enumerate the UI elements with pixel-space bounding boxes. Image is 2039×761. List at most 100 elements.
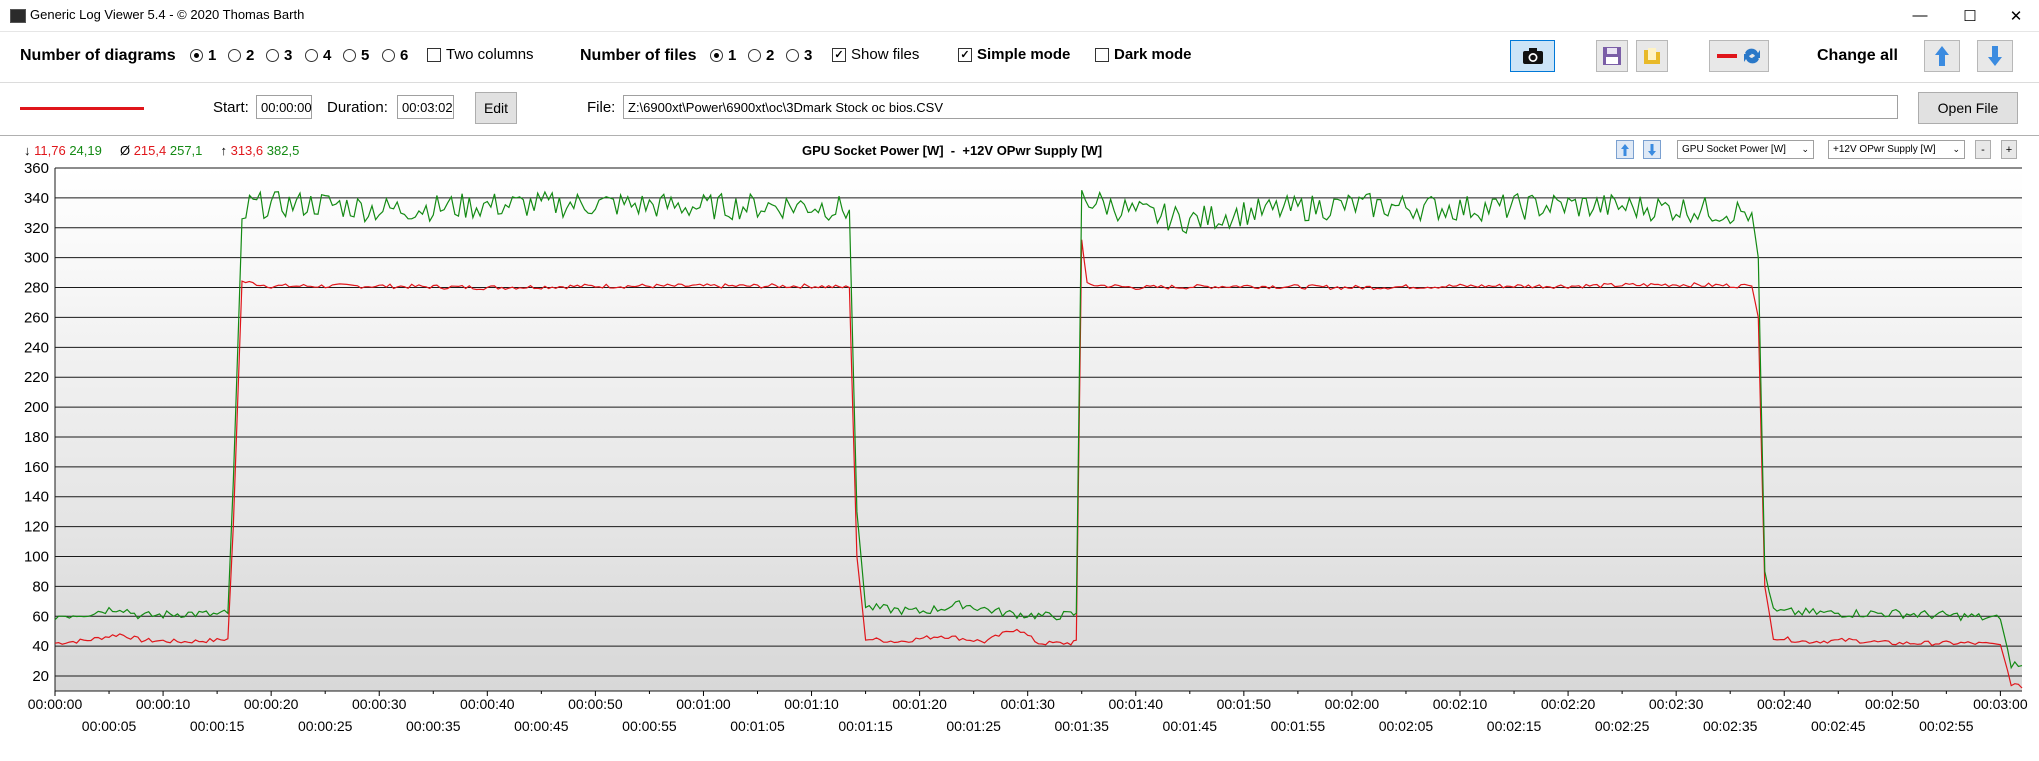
line-chart[interactable]: 20 40 60 80 100 120 140 160 180 200 220 240 260 280 30… bbox=[0, 160, 2039, 761]
x-tick-label: 00:00:20 bbox=[244, 696, 299, 712]
x-tick-label: 00:00:25 bbox=[298, 718, 353, 734]
series-down-button[interactable] bbox=[1643, 140, 1661, 159]
x-tick-label: 00:01:20 bbox=[892, 696, 947, 712]
y-tick-label: 220 bbox=[24, 369, 49, 386]
start-label: Start: bbox=[213, 99, 249, 116]
diagram-radio-3[interactable]: 3 bbox=[266, 47, 292, 64]
x-tick-label: 00:02:25 bbox=[1595, 718, 1650, 734]
max-green-value: 382,5 bbox=[266, 143, 300, 158]
y-tick-label: 160 bbox=[24, 459, 49, 476]
open-file-button[interactable]: Open File bbox=[1918, 92, 2018, 124]
diagram-radio-5[interactable]: 5 bbox=[343, 47, 369, 64]
screenshot-button[interactable] bbox=[1510, 40, 1555, 72]
avg-green-value: 257,1 bbox=[169, 143, 203, 158]
swap-icon bbox=[1717, 48, 1760, 64]
radio-label: 3 bbox=[804, 47, 813, 64]
change-all-label: Change all bbox=[1817, 47, 1898, 64]
x-tick-label: 00:00:40 bbox=[460, 696, 515, 712]
file-radio-2[interactable]: 2 bbox=[748, 47, 774, 64]
radio-icon bbox=[190, 49, 203, 62]
checkbox-icon bbox=[427, 47, 441, 62]
move-up-button[interactable] bbox=[1924, 40, 1960, 72]
x-tick-label: 00:03:00 bbox=[1973, 696, 2028, 712]
x-tick-label: 00:00:35 bbox=[406, 718, 461, 734]
y-tick-label: 340 bbox=[24, 190, 49, 207]
save-button[interactable] bbox=[1596, 40, 1628, 72]
y-tick-label: 180 bbox=[24, 429, 49, 446]
y-tick-label: 40 bbox=[32, 638, 49, 655]
x-tick-label: 00:00:50 bbox=[568, 696, 623, 712]
folder-icon bbox=[1644, 48, 1660, 64]
file-radio-1[interactable]: 1 bbox=[710, 47, 736, 64]
radio-icon bbox=[228, 49, 241, 62]
y-tick-label: 120 bbox=[24, 519, 49, 536]
edit-button[interactable]: Edit bbox=[475, 92, 517, 124]
diagram-radio-2[interactable]: 2 bbox=[228, 47, 254, 64]
radio-label: 2 bbox=[246, 47, 255, 64]
file-radio-3[interactable]: 3 bbox=[786, 47, 812, 64]
radio-label: 3 bbox=[284, 47, 293, 64]
file-path-input[interactable]: Z:\6900xt\Power\6900xt\oc\3Dmark Stock o… bbox=[623, 95, 1898, 119]
avg-red-value: 215,4 bbox=[133, 143, 167, 158]
window-title: Generic Log Viewer 5.4 - © 2020 Thomas B… bbox=[30, 7, 305, 22]
arrow-up-icon bbox=[1621, 143, 1629, 156]
x-tick-label: 00:00:45 bbox=[514, 718, 569, 734]
zoom-in-button[interactable]: + bbox=[2001, 140, 2017, 159]
minimize-button[interactable]: — bbox=[1897, 0, 1943, 31]
open-folder-button[interactable] bbox=[1636, 40, 1668, 72]
y-axis: 20 40 60 80 100 120 140 160 180 200 220 240 260 280 30… bbox=[24, 160, 49, 685]
x-tick-label: 00:01:45 bbox=[1163, 718, 1218, 734]
series1-select[interactable]: GPU Socket Power [W] ⌄ bbox=[1677, 140, 1814, 159]
start-input[interactable]: 00:00:00 bbox=[256, 95, 312, 119]
dark-mode-checkbox[interactable]: Dark mode bbox=[1095, 46, 1192, 63]
series-color-swatch[interactable] bbox=[20, 107, 144, 110]
radio-icon bbox=[305, 49, 318, 62]
x-tick-label: 00:02:00 bbox=[1325, 696, 1380, 712]
diagram-radio-4[interactable]: 4 bbox=[305, 47, 331, 64]
checkbox-icon bbox=[1095, 47, 1109, 62]
check-icon: ✓ bbox=[832, 47, 846, 62]
radio-label: 6 bbox=[400, 47, 409, 64]
series2-select[interactable]: +12V OPwr Supply [W] ⌄ bbox=[1828, 140, 1965, 159]
maximize-button[interactable]: ☐ bbox=[1947, 0, 1993, 31]
x-tick-label: 00:00:00 bbox=[28, 696, 83, 712]
chart-stats: ↓ 11,76 24,19 Ø 215,4 257,1 ↑ 313,6 382,… bbox=[24, 143, 299, 158]
two-columns-checkbox[interactable]: Two columns bbox=[427, 46, 534, 63]
zoom-out-button[interactable]: - bbox=[1975, 140, 1991, 159]
app-icon bbox=[10, 9, 26, 23]
x-tick-label: 00:02:55 bbox=[1919, 718, 1974, 734]
arrow-down-icon bbox=[1988, 46, 2002, 66]
duration-label: Duration: bbox=[327, 99, 388, 116]
y-tick-label: 260 bbox=[24, 309, 49, 326]
radio-label: 1 bbox=[728, 47, 737, 64]
duration-input[interactable]: 00:03:02 bbox=[397, 95, 454, 119]
x-tick-label: 00:02:30 bbox=[1649, 696, 1704, 712]
x-tick-label: 00:01:35 bbox=[1054, 718, 1109, 734]
radio-icon bbox=[748, 49, 761, 62]
avg-symbol: Ø bbox=[119, 143, 131, 158]
series-up-button[interactable] bbox=[1616, 140, 1634, 159]
radio-icon bbox=[343, 49, 356, 62]
floppy-disk-icon bbox=[1603, 47, 1621, 65]
y-tick-label: 300 bbox=[24, 250, 49, 267]
radio-icon bbox=[266, 49, 279, 62]
checkbox-label: Show files bbox=[851, 46, 920, 63]
y-tick-label: 360 bbox=[24, 160, 49, 177]
move-down-button[interactable] bbox=[1977, 40, 2013, 72]
arrow-up-icon bbox=[1935, 46, 1949, 66]
diagram-radio-1[interactable]: 1 bbox=[190, 47, 216, 64]
min-red-value: 11,76 bbox=[34, 143, 66, 158]
camera-icon bbox=[1522, 48, 1543, 64]
x-tick-label: 00:00:10 bbox=[136, 696, 191, 712]
y-tick-label: 200 bbox=[24, 399, 49, 416]
x-tick-label: 00:01:05 bbox=[730, 718, 785, 734]
x-tick-label: 00:02:10 bbox=[1433, 696, 1488, 712]
x-tick-label: 00:00:05 bbox=[82, 718, 137, 734]
swap-colors-button[interactable] bbox=[1709, 40, 1769, 72]
diagram-radio-6[interactable]: 6 bbox=[382, 47, 408, 64]
show-files-checkbox[interactable]: ✓ Show files bbox=[832, 46, 919, 63]
y-tick-label: 100 bbox=[24, 549, 49, 566]
close-button[interactable]: ✕ bbox=[1993, 0, 2039, 31]
check-icon: ✓ bbox=[958, 47, 972, 62]
simple-mode-checkbox[interactable]: ✓ Simple mode bbox=[958, 46, 1070, 63]
